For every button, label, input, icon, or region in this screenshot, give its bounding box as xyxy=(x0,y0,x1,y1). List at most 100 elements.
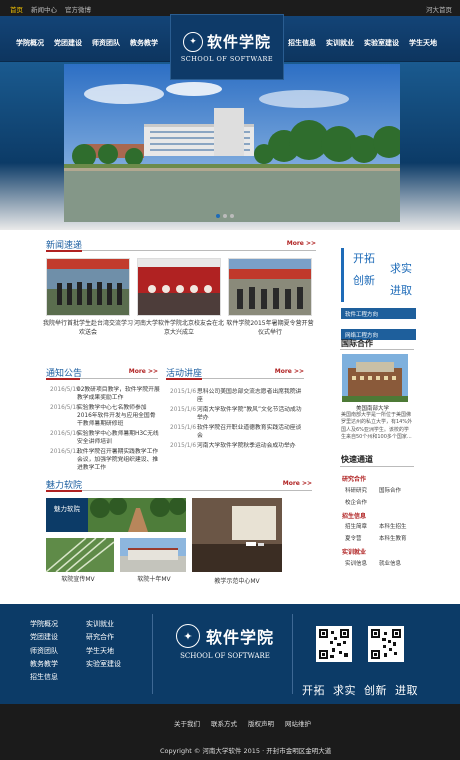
bottom-link-contact[interactable]: 联系方式 xyxy=(211,718,237,728)
hero-banner xyxy=(0,62,460,230)
nav-item-admission[interactable]: 招生信息 xyxy=(288,38,316,48)
quick-link[interactable]: 科研研究 xyxy=(345,486,367,494)
slogan-word: 求实 xyxy=(390,262,412,275)
tag-software-engineering[interactable]: 软件工程方向 xyxy=(341,308,416,319)
list-item[interactable]: 2016/5/18 实验教学中心七名教师参加2016年软件开发与应用全国骨干教师暑… xyxy=(50,404,160,429)
charm-section-title: 魅力软院 More >> xyxy=(46,478,312,491)
logo-english-name: SCHOOL OF SOFTWARE xyxy=(180,55,274,63)
footer-link[interactable]: 党团建设 xyxy=(30,631,58,644)
list-item[interactable]: 2015/1/6 河南大学软件学院秋季运动会成功举办 xyxy=(170,442,306,450)
charm-caption-2[interactable]: 软院十年MV xyxy=(112,576,196,585)
quick-link[interactable]: 本科生教育 xyxy=(379,534,407,542)
lecture-more-link[interactable]: More >> xyxy=(275,368,304,375)
nav-item-faculty[interactable]: 师资团队 xyxy=(92,38,120,48)
lecture-list: 2015/1/6 思科公司美国总部交流志愿者出席我院讲座 2015/1/6 河南大学… xyxy=(170,388,306,452)
news-more-link[interactable]: More >> xyxy=(287,240,316,247)
nav-item-employment[interactable]: 实训就业 xyxy=(326,38,354,48)
top-link-university[interactable]: 河大首页 xyxy=(426,4,452,14)
news-thumb-2[interactable] xyxy=(137,258,221,316)
nav-right: 招生信息 实训就业 实验室建设 学生天地 xyxy=(288,38,437,48)
list-item[interactable]: 2016/5/19 02教研项目教学，软件学院开展教学成果奖励工作 xyxy=(50,386,160,402)
slogan-word: 创新 xyxy=(353,274,375,287)
quick-link[interactable]: 实训信息 xyxy=(345,559,367,567)
news-underline xyxy=(46,250,82,252)
list-item[interactable]: 2016/5/16 实验教学中心教师暑期H3C无线安全讲师培训 xyxy=(50,430,160,446)
list-item[interactable]: 2015/1/6 河南大学软件学院“教风”文化节活动成功举办 xyxy=(170,406,306,422)
banner-dot[interactable] xyxy=(230,214,234,218)
nav-left: 学院概况 党团建设 师资团队 教务教学 xyxy=(16,38,158,48)
notice-list: 2016/5/19 02教研项目教学，软件学院开展教学成果奖励工作 2016/5/… xyxy=(50,386,160,474)
quick-link[interactable]: 招生简章 xyxy=(345,522,367,530)
quick-link[interactable]: 本科生招生 xyxy=(379,522,407,530)
news-section-title: 新闻速递 More >> xyxy=(46,238,316,251)
footer-link[interactable]: 师资团队 xyxy=(30,645,58,658)
intl-description: 美国南部大学是一所位于美国佛罗里达州的私立大学，有14%外国人及6%亚洲学生。该… xyxy=(341,412,413,440)
nav-item-party[interactable]: 党团建设 xyxy=(54,38,82,48)
school-emblem-icon: ✦ xyxy=(182,31,203,52)
footer-logo-cn: 软件学院 xyxy=(206,628,275,647)
charm-feature-box[interactable]: 魅力软院 xyxy=(46,498,88,532)
quick-link[interactable]: 国际合作 xyxy=(379,486,401,494)
top-link-news[interactable]: 新闻中心 xyxy=(31,4,57,14)
campus-photo[interactable] xyxy=(64,64,400,222)
banner-dot[interactable] xyxy=(216,214,220,218)
footer-col-2: 实训就业 研究合作 学生天地 实验室建设 xyxy=(86,618,121,671)
divider xyxy=(340,349,414,350)
charm-caption-1[interactable]: 软院宣传MV xyxy=(36,576,120,585)
nav-item-lab[interactable]: 实验室建设 xyxy=(364,38,399,48)
top-link-weibo[interactable]: 官方微博 xyxy=(65,4,91,14)
divider xyxy=(340,466,414,467)
bottom-link-about[interactable]: 关于我们 xyxy=(174,718,200,728)
quick-link[interactable]: 夏令营 xyxy=(345,534,362,542)
qr-code-1[interactable] xyxy=(316,626,352,662)
charm-more-link[interactable]: More >> xyxy=(283,480,312,487)
charm-photo-vines[interactable] xyxy=(46,538,114,572)
footer-logo[interactable]: ✦ 软件学院 SCHOOL OF SOFTWARE xyxy=(176,624,274,660)
quick-link[interactable]: 校企合作 xyxy=(345,498,367,506)
lecture-underline xyxy=(166,378,202,380)
qr-code-2[interactable] xyxy=(368,626,404,662)
banner-dot[interactable] xyxy=(223,214,227,218)
school-emblem-icon: ✦ xyxy=(176,624,200,648)
footer-link[interactable]: 教务教学 xyxy=(30,658,58,671)
nav-item-overview[interactable]: 学院概况 xyxy=(16,38,44,48)
footer-link[interactable]: 实训就业 xyxy=(86,618,121,631)
nav-item-teaching[interactable]: 教务教学 xyxy=(130,38,158,48)
school-logo[interactable]: ✦ 软件学院 SCHOOL OF SOFTWARE xyxy=(170,14,284,80)
list-item[interactable]: 2015/1/6 思科公司美国总部交流志愿者出席我院讲座 xyxy=(170,388,306,404)
top-links: 首页 新闻中心 官方微博 xyxy=(10,4,91,14)
footer-link[interactable]: 学院概况 xyxy=(30,618,58,631)
sidebar-slogan: 开拓 求实 创新 进取 xyxy=(341,248,416,302)
news-caption-1[interactable]: 我院举行首批学生赴台湾交流学习欢送会 xyxy=(43,320,133,337)
list-item[interactable]: 2015/1/6 软件学院召开职业道德教育实践活动座谈会 xyxy=(170,424,306,440)
news-caption-2[interactable]: 河南大学软件学院北京校友会在北京大兴成立 xyxy=(134,320,224,337)
news-caption-3[interactable]: 软件学院2015年暑期夏令营开营仪式举行 xyxy=(225,320,315,337)
list-item[interactable]: 2016/5/12 软件学院召开暑期实践教学工作会议，加强学院党组织建设、推进教学… xyxy=(50,448,160,473)
quick-group-title: 研究合作 xyxy=(342,476,367,483)
bottom-link-copyright[interactable]: 版权声明 xyxy=(248,718,274,728)
bottom-link-maintenance[interactable]: 网站维护 xyxy=(285,718,311,728)
charm-photo-gate[interactable] xyxy=(120,538,186,572)
quick-link[interactable]: 就业信息 xyxy=(379,559,401,567)
footer-link[interactable]: 研究合作 xyxy=(86,631,121,644)
nav-item-students[interactable]: 学生天地 xyxy=(409,38,437,48)
news-thumb-3[interactable] xyxy=(228,258,312,316)
charm-photo-path[interactable] xyxy=(88,498,186,532)
footer-link[interactable]: 招生信息 xyxy=(30,671,58,684)
footer-link[interactable]: 学生天地 xyxy=(86,645,121,658)
divider xyxy=(292,614,293,694)
top-link-home[interactable]: 首页 xyxy=(10,4,23,14)
footer-link[interactable]: 实验室建设 xyxy=(86,658,121,671)
notice-more-link[interactable]: More >> xyxy=(129,368,158,375)
notice-underline xyxy=(46,378,80,380)
copyright-text: Copyright © 河南大学软件 2015 · 开封市金明区金明大道 xyxy=(160,747,332,755)
news-thumb-1[interactable] xyxy=(46,258,130,316)
sidebar: 开拓 求实 创新 进取 软件工程方向 网络工程方向 xyxy=(341,248,416,340)
bottom-bar: 关于我们 联系方式 版权声明 网站维护 Copyright © 河南大学软件 2… xyxy=(0,704,460,760)
main-nav: 学院概况 党团建设 师资团队 教务教学 ✦ 软件学院 SCHOOL OF SOF… xyxy=(0,14,460,80)
charm-caption-3[interactable]: 教学示范中心MV xyxy=(192,578,282,587)
charm-feature-label: 魅力软院 xyxy=(54,505,80,513)
quick-title: 快速通道 xyxy=(341,455,373,464)
charm-photo-video[interactable] xyxy=(192,498,282,572)
intl-photo[interactable] xyxy=(342,354,408,402)
